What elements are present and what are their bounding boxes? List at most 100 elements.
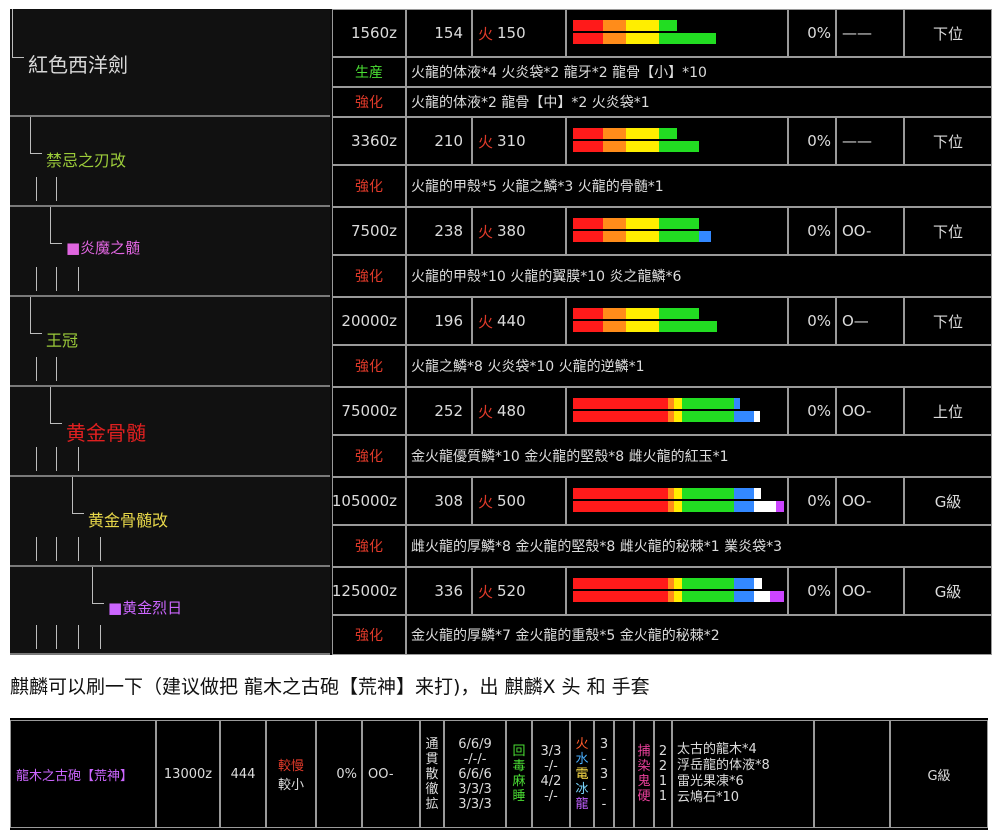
- element-icon: 火: [478, 402, 494, 421]
- weapon-attack: 210: [406, 117, 472, 165]
- sharpness-segment: [659, 218, 699, 229]
- weapon-element: 火 500: [472, 477, 566, 525]
- sharpness-segment: [674, 411, 682, 422]
- weapon-rank: 下位: [904, 9, 992, 57]
- ammoCounts-item: 3/3/3: [458, 796, 492, 812]
- sharpness-segment: [734, 488, 754, 499]
- sharpness-segment: [734, 398, 740, 409]
- gun-reload: 較慢: [277, 759, 304, 774]
- sharpness-bar: [573, 591, 784, 602]
- element-value: 310: [497, 132, 526, 150]
- weapon-element: 火 480: [472, 387, 566, 435]
- sharpness-gauge: [566, 207, 788, 255]
- recipe-materials: 金火龍優質鱗*10 金火龍的堅殼*8 雌火龍的紅玉*1: [406, 435, 992, 477]
- sharpness-segment: [603, 218, 626, 229]
- sharpness-segment: [674, 591, 682, 602]
- statusAmmo-item: 睡: [512, 789, 526, 804]
- recipe-materials: 雌火龍的厚鱗*8 金火龍的堅殼*8 雌火龍的秘棘*1 業炎袋*3: [406, 525, 992, 567]
- sharpness-segment: [682, 488, 734, 499]
- recipe-materials: 火龍之鱗*8 火炎袋*10 火龍的逆鱗*1: [406, 345, 992, 387]
- sharpness-segment: [573, 128, 603, 139]
- sharpness-segment: [603, 20, 626, 31]
- tree-connector: [12, 9, 13, 57]
- sharpness-segment: [754, 411, 760, 422]
- elementCounts-item: 3: [599, 736, 609, 752]
- weapon-name: ■黄金烈日: [108, 599, 183, 617]
- gun-materials: 太古的龍木*4 浮岳龍的体液*8 雷光果凍*6 云鳩石*10: [672, 720, 814, 828]
- sharpness-segment: [659, 308, 699, 319]
- sharpness-divider: [573, 409, 773, 411]
- ammoCounts-item: 6/6/9: [458, 736, 492, 752]
- weapon-attack: 308: [406, 477, 472, 525]
- ammoTypes-item: 貫: [425, 751, 439, 767]
- tree-connector: [30, 297, 31, 333]
- element-icon: 火: [478, 492, 494, 511]
- tree-connector: [72, 477, 73, 513]
- sharpness-bar: [573, 578, 762, 589]
- statusCounts-item: 3/3: [540, 744, 562, 759]
- specialAmmo-item: 捕: [637, 744, 651, 759]
- sharpness-divider: [573, 499, 773, 501]
- weapon-affinity: 0%: [788, 477, 836, 525]
- tree-connector: [50, 387, 51, 423]
- elementAmmo-item: 水: [575, 751, 589, 767]
- elementAmmo-item: 電: [575, 766, 589, 782]
- elementCounts-item: -: [601, 781, 607, 797]
- sharpness-gauge: [566, 387, 788, 435]
- sharpness-segment: [626, 141, 659, 152]
- weapon-slots: OO-: [836, 567, 904, 615]
- weapon-slots: OO-: [836, 477, 904, 525]
- weapon-attack: 238: [406, 207, 472, 255]
- sharpness-segment: [626, 33, 659, 44]
- caption-text: 麒麟可以刷一下（建议做把 龍木之古砲【荒神】来打)，出 麒麟X 头 和 手套: [10, 676, 650, 698]
- tree-cell: [10, 477, 330, 567]
- ammo-types: 通貫散徹拡: [420, 720, 444, 828]
- sharpness-segment: [626, 308, 659, 319]
- tree-connector: [56, 537, 57, 561]
- sharpness-segment: [776, 501, 784, 512]
- recipe-label: 強化: [332, 255, 406, 297]
- sharpness-segment: [573, 308, 603, 319]
- sharpness-segment: [682, 398, 734, 409]
- sharpness-bar: [573, 398, 740, 409]
- ammoCounts-item: 6/6/6: [458, 766, 492, 782]
- tree-branch: [50, 423, 62, 424]
- status-counts: 3/3 -/- 4/2 -/-: [532, 720, 570, 828]
- weapon-slots: OO-: [836, 207, 904, 255]
- tree-connector: [78, 267, 79, 291]
- tree-branch: [72, 513, 84, 514]
- weapon-price: 75000z: [332, 387, 406, 435]
- element-icon: 火: [478, 222, 494, 241]
- sharpness-divider: [573, 319, 773, 321]
- sharpness-divider: [573, 139, 773, 141]
- sharpness-segment: [573, 578, 668, 589]
- element-icon: 火: [478, 132, 494, 151]
- weapon-slots: O—: [836, 297, 904, 345]
- specialAmmo-item: 染: [637, 759, 651, 774]
- sharpness-bar: [573, 33, 716, 44]
- sharpness-segment: [682, 501, 734, 512]
- sharpness-gauge: [566, 117, 788, 165]
- weapon-name: 紅色西洋劍: [28, 53, 128, 77]
- weapon-rank: 上位: [904, 387, 992, 435]
- sharpness-segment: [626, 231, 659, 242]
- weapon-affinity: 0%: [788, 567, 836, 615]
- tree-branch: [30, 333, 42, 334]
- tree-connector: [56, 267, 57, 291]
- sharpness-segment: [674, 578, 682, 589]
- sharpness-segment: [573, 33, 603, 44]
- element-icon: 火: [478, 312, 494, 331]
- ammoTypes-item: 通: [425, 736, 439, 752]
- element-ammo: 火水電冰龍: [570, 720, 594, 828]
- sharpness-divider: [573, 229, 773, 231]
- sharpness-bar: [573, 411, 760, 422]
- sharpness-bar: [573, 231, 711, 242]
- specialCounts-item: 1: [658, 789, 668, 804]
- gun-reload-recoil: 較慢 較小: [266, 720, 316, 828]
- sharpness-segment: [573, 591, 668, 602]
- tree-branch: [30, 153, 42, 154]
- element-value: 380: [497, 222, 526, 240]
- element-value: 520: [497, 582, 526, 600]
- status-ammo: 回毒麻睡: [506, 720, 532, 828]
- sharpness-segment: [734, 501, 754, 512]
